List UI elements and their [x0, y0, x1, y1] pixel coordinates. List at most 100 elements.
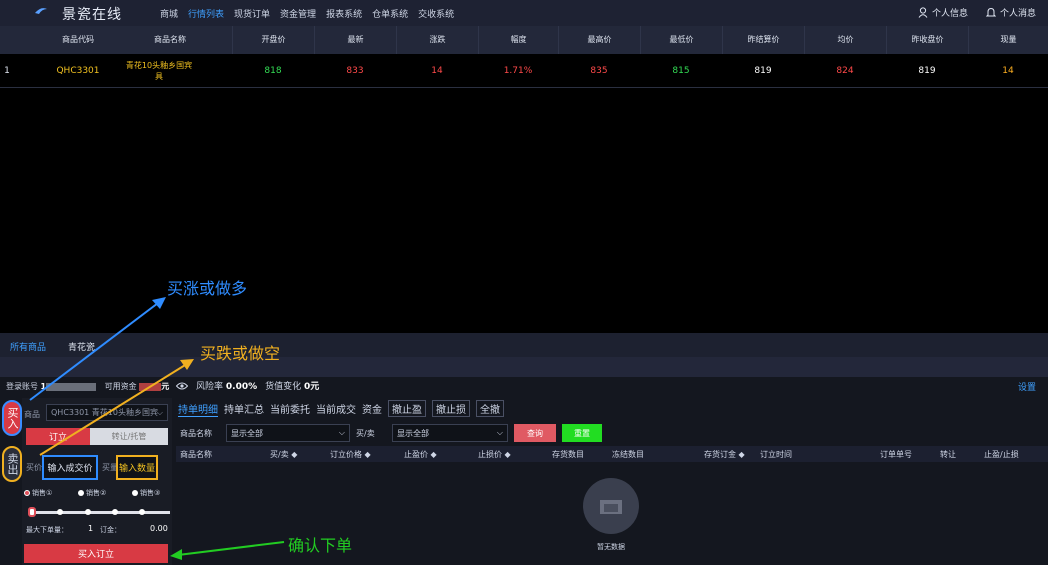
order-form: 商品 QHC3301 青花10头釉乡国宾 ⌵ 订立 转让/托管 买价 输入成交价… — [22, 398, 172, 565]
row-prev-settle: 819 — [754, 66, 772, 76]
user-info-link[interactable]: 个人信息 — [918, 6, 968, 19]
tab-transfer[interactable]: 转让/托管 — [90, 428, 168, 445]
radio-sale-2[interactable]: 销售② — [78, 488, 106, 498]
product-select[interactable]: QHC3301 青花10头釉乡国宾 ⌵ — [46, 404, 168, 421]
col-tp-sl: 止盈/止损 — [984, 450, 1019, 459]
nav-spot-orders[interactable]: 现货订单 — [234, 7, 270, 20]
side-filter-select[interactable]: 显示全部 ⌵ — [392, 424, 508, 442]
col-prev-close[interactable]: 昨收盘价 — [886, 26, 968, 54]
col-low[interactable]: 最低价 — [640, 26, 722, 54]
col-high[interactable]: 最高价 — [558, 26, 640, 54]
nav-warehouse[interactable]: 仓单系统 — [372, 7, 408, 20]
row-high: 835 — [590, 66, 608, 76]
chevron-down-icon: ⌵ — [496, 428, 503, 437]
sell-tab[interactable]: 卖出 — [2, 446, 22, 482]
col-name[interactable]: 商品名称 — [108, 26, 232, 54]
row-vol: 14 — [1002, 66, 1014, 76]
holdings-table-header: 商品名称 买/卖 ◆ 订立价格 ◆ 止盈价 ◆ 止损价 ◆ 存货数目 冻结数目 … — [176, 446, 1048, 462]
col-frozen-qty: 冻结数目 — [612, 450, 644, 459]
col-take-profit[interactable]: 止盈价 ◆ — [404, 449, 437, 460]
holdings-tabs: 持单明细 持单汇总 当前委托 当前成交 资金 撤止盈 撤止损 全撤 — [178, 400, 510, 417]
submit-order-button[interactable]: 买入订立 — [24, 544, 168, 563]
redacted-block — [46, 382, 97, 391]
col-code[interactable]: 商品代码 — [48, 26, 108, 54]
radio-sale-1[interactable]: 销售① — [24, 488, 52, 498]
logo-icon — [35, 8, 47, 14]
tab-funds[interactable]: 资金 — [362, 401, 382, 416]
user-messages-link[interactable]: 个人消息 — [985, 6, 1036, 19]
table-row[interactable]: 1 QHC3301 青花10头釉乡国宾具 818 833 14 1.71% 83… — [0, 54, 1048, 88]
row-last: 833 — [346, 66, 364, 76]
nav-reports[interactable]: 报表系统 — [326, 7, 362, 20]
nav-quotes[interactable]: 行情列表 — [188, 7, 224, 20]
query-button[interactable]: 查询 — [514, 424, 556, 442]
nav-delivery[interactable]: 交收系统 — [418, 7, 454, 20]
empty-state-text: 暂无数据 — [597, 543, 625, 551]
tab-holding-details[interactable]: 持单明细 — [178, 401, 218, 417]
cancel-stop-loss-button[interactable]: 撤止损 — [432, 400, 470, 417]
tab-all-products[interactable]: 所有商品 — [10, 340, 46, 353]
col-stop-loss[interactable]: 止损价 ◆ — [478, 449, 511, 460]
annotation-confirm: 确认下单 — [288, 536, 353, 555]
category-tabs: 所有商品 青花瓷 — [0, 333, 1048, 357]
reset-button[interactable]: 重置 — [562, 424, 602, 442]
col-stock-qty: 存货数目 — [552, 450, 584, 459]
col-stock-deposit[interactable]: 存货订金 ◆ — [704, 449, 745, 460]
row-pct: 1.71% — [503, 66, 533, 76]
col-transfer: 转让 — [940, 450, 956, 459]
row-index: 1 — [4, 66, 10, 76]
cancel-take-profit-button[interactable]: 撤止盈 — [388, 400, 426, 417]
col-product[interactable]: 商品名称 — [180, 449, 212, 460]
market-table-header: 商品代码 商品名称 开盘价 最新 涨跌 幅度 最高价 最低价 昨结算价 均价 昨… — [0, 26, 1048, 54]
col-open[interactable]: 开盘价 — [232, 26, 314, 54]
max-qty-value: 1 — [88, 524, 94, 533]
app-root: 景瓷在线 商城 行情列表 现货订单 资金管理 报表系统 仓单系统 交收系统 个人… — [0, 0, 1048, 565]
account-info: 登录账号 1 可用资金 元 — [6, 382, 170, 391]
buy-tab[interactable]: 买入 — [2, 400, 22, 436]
row-name: 青花10头釉乡国宾具 — [125, 61, 193, 81]
eye-icon[interactable] — [176, 382, 188, 390]
tab-holding-summary[interactable]: 持单汇总 — [224, 401, 264, 416]
nav-mall[interactable]: 商城 — [160, 7, 178, 20]
slider-mark — [57, 509, 63, 515]
holdings-filter: 商品名称 显示全部 ⌵ 买/卖 显示全部 ⌵ 查询 重置 — [178, 424, 1048, 444]
row-change: 14 — [431, 66, 443, 76]
row-prev-close: 819 — [918, 66, 936, 76]
col-vol[interactable]: 现量 — [968, 26, 1048, 54]
col-open-price[interactable]: 订立价格 ◆ — [330, 449, 371, 460]
person-icon — [918, 7, 928, 18]
empty-state-icon — [583, 478, 639, 534]
col-last[interactable]: 最新 — [314, 26, 396, 54]
cancel-all-button[interactable]: 全撤 — [476, 400, 504, 417]
row-avg: 824 — [836, 66, 854, 76]
radio-sale-3[interactable]: 销售③ — [132, 488, 160, 498]
col-change[interactable]: 涨跌 — [396, 26, 478, 54]
tab-current-orders[interactable]: 当前委托 — [270, 401, 310, 416]
row-code: QHC3301 — [56, 66, 100, 76]
band-divider — [0, 357, 1048, 377]
nav-funds[interactable]: 资金管理 — [280, 7, 316, 20]
deposit-value: 0.00 — [150, 524, 168, 533]
product-filter-select[interactable]: 显示全部 ⌵ — [226, 424, 350, 442]
chevron-down-icon: ⌵ — [338, 428, 345, 437]
value-change: 0元 — [304, 382, 320, 392]
main-nav: 商城 行情列表 现货订单 资金管理 报表系统 仓单系统 交收系统 — [160, 7, 464, 20]
slider-handle[interactable] — [28, 507, 36, 517]
settings-link[interactable]: 设置 — [1018, 380, 1036, 393]
tab-current-trades[interactable]: 当前成交 — [316, 401, 356, 416]
col-open-time: 订立时间 — [760, 450, 792, 459]
col-prev-settle[interactable]: 昨结算价 — [722, 26, 804, 54]
col-side[interactable]: 买/卖 ◆ — [270, 449, 297, 460]
tab-blue-white[interactable]: 青花瓷 — [68, 340, 95, 353]
brand-title: 景瓷在线 — [62, 7, 122, 23]
col-avg[interactable]: 均价 — [804, 26, 886, 54]
col-order-no: 订单单号 — [880, 450, 912, 459]
quantity-slider[interactable] — [30, 511, 170, 514]
tab-order-open[interactable]: 订立 — [26, 428, 90, 445]
quantity-input[interactable]: 输入数量 — [116, 455, 158, 480]
user-area: 个人信息 个人消息 — [918, 6, 1036, 19]
slider-mark — [139, 509, 145, 515]
col-pct[interactable]: 幅度 — [478, 26, 558, 54]
top-navbar: 景瓷在线 商城 行情列表 现货订单 资金管理 报表系统 仓单系统 交收系统 个人… — [0, 0, 1048, 26]
price-input[interactable]: 输入成交价 — [42, 455, 98, 480]
